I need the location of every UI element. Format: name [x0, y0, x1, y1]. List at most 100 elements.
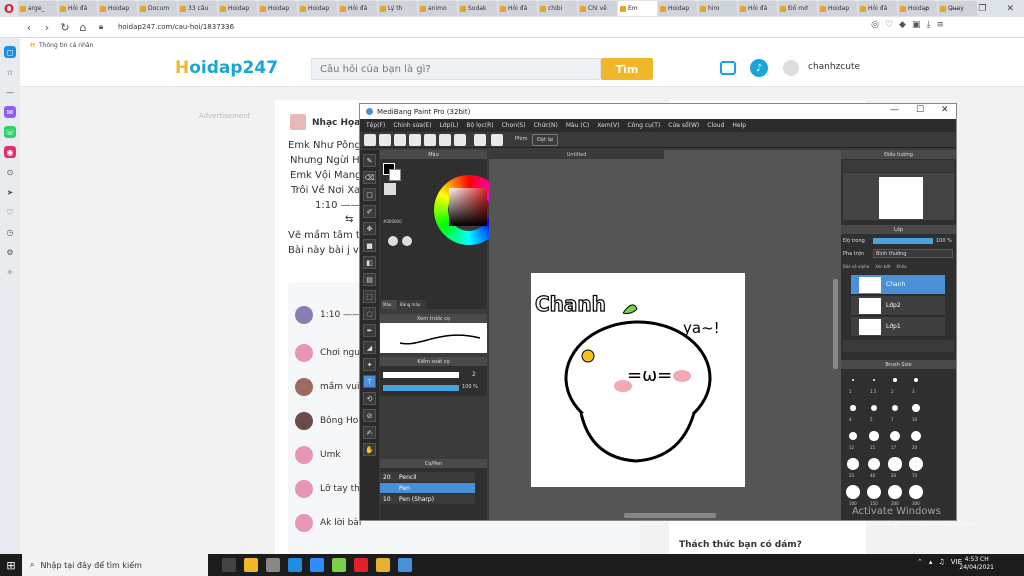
comment-avatar[interactable]	[295, 412, 313, 430]
divide-icon[interactable]: ⊘	[363, 409, 376, 422]
task-view-icon[interactable]	[222, 558, 236, 572]
chrome-icon[interactable]	[376, 558, 390, 572]
browser-tab[interactable]: Chỉ vẽ	[578, 1, 617, 16]
layer-row[interactable]: Chanh	[851, 275, 945, 295]
zoom-icon[interactable]	[310, 558, 324, 572]
close-icon[interactable]: ✕	[1006, 4, 1014, 14]
tool-icon[interactable]	[424, 134, 436, 146]
brush-list-item[interactable]: 20 Pencil	[380, 472, 475, 482]
maximize-icon[interactable]: ❐	[978, 4, 986, 14]
brush-size-slider[interactable]	[383, 372, 459, 378]
brush-size-option[interactable]	[850, 405, 856, 411]
browser-tab[interactable]: Hoidap	[218, 1, 257, 16]
browser-tab[interactable]: Hoidap	[818, 1, 857, 16]
clock-icon[interactable]: ◷	[4, 226, 16, 238]
file-explorer-icon[interactable]	[244, 558, 258, 572]
taskbar-search-input[interactable]: ⌕ Nhập tại đây để tìm kiếm	[22, 554, 208, 576]
chat-icon[interactable]	[720, 61, 736, 75]
paint-menu-item[interactable]: Chỉnh sửa(E)	[393, 122, 431, 129]
redo-icon[interactable]	[491, 134, 503, 146]
search-icon[interactable]: ⌕	[924, 4, 929, 14]
drawing-canvas[interactable]: Chanh ya~! =ω=	[531, 273, 745, 487]
tool-icon[interactable]	[409, 134, 421, 146]
comment-avatar[interactable]	[295, 306, 313, 324]
paint-minimize-icon[interactable]: —	[890, 105, 899, 115]
paint-maximize-icon[interactable]: ☐	[916, 105, 924, 115]
brush-size-option[interactable]	[867, 485, 881, 499]
browser-tab[interactable]: Em	[618, 1, 657, 16]
paint-menu-item[interactable]: Lớp(L)	[440, 122, 459, 129]
brush-size-option[interactable]	[912, 404, 920, 412]
fill-icon[interactable]: ■	[363, 239, 376, 252]
comment-avatar[interactable]	[295, 378, 313, 396]
history-icon[interactable]: ⊙	[4, 166, 16, 178]
hand-icon[interactable]: ✋	[363, 443, 376, 456]
snap-reset-button[interactable]: Đặt lại	[532, 134, 559, 146]
brush-size-option[interactable]	[888, 485, 902, 499]
extension-icon[interactable]: ◆	[899, 20, 906, 30]
layer-option-checkbox[interactable]: Khóa	[897, 264, 907, 269]
layer-option-checkbox[interactable]: Xén bớt	[875, 264, 890, 269]
wallet-icon[interactable]: ▣	[912, 20, 921, 30]
magic-wand-icon[interactable]: ✒	[363, 324, 376, 337]
heart-icon[interactable]: ♡	[4, 206, 16, 218]
volume-icon[interactable]: ♫	[938, 558, 944, 566]
medibang-taskbar-icon[interactable]	[398, 558, 412, 572]
gradient-icon[interactable]: ▤	[363, 273, 376, 286]
settings-icon[interactable]: ⚙	[4, 246, 16, 258]
layer-opacity-slider[interactable]	[873, 238, 933, 244]
paint-menu-item[interactable]: Tệp(F)	[366, 122, 385, 129]
color-saturation-square[interactable]	[449, 188, 487, 226]
color-subtab[interactable]: Màu	[381, 300, 397, 309]
paint-menu-item[interactable]: Xem(V)	[597, 122, 619, 129]
comment-avatar[interactable]	[295, 446, 313, 464]
browser-tab[interactable]: Hoidap	[298, 1, 337, 16]
paint-close-icon[interactable]: ✕	[941, 105, 949, 115]
new-file-icon[interactable]	[364, 134, 376, 146]
browser-tab[interactable]: Hỏi đá	[858, 1, 897, 16]
eyedropper-icon[interactable]	[388, 236, 398, 246]
username[interactable]: chanhzcute	[808, 62, 860, 72]
palette-subtab[interactable]: Bảng màu	[398, 300, 426, 309]
transparent-swatch[interactable]	[384, 183, 396, 195]
tool-icon[interactable]	[439, 134, 451, 146]
navigator-preview[interactable]	[843, 173, 954, 220]
bulb-icon[interactable]: ✧	[4, 266, 16, 278]
brush-size-option[interactable]	[909, 485, 923, 499]
chevron-up-icon[interactable]: ⌃	[917, 558, 923, 566]
brush-size-option[interactable]	[872, 378, 876, 382]
menu-icon[interactable]: ≡	[936, 20, 944, 30]
color-hex-value[interactable]: #000000	[383, 219, 402, 224]
browser-tab[interactable]: Hoidap	[98, 1, 137, 16]
canvas-vertical-scrollbar[interactable]	[833, 279, 838, 369]
pen-icon[interactable]: ✐	[363, 205, 376, 218]
paint-menu-item[interactable]: Chức(N)	[534, 122, 558, 129]
background-color-swatch[interactable]	[389, 169, 401, 181]
layer-row[interactable]: Lớp2	[851, 296, 945, 316]
layer-row[interactable]: Lớp1	[851, 317, 945, 337]
brush-size-option[interactable]	[891, 404, 899, 412]
browser-tab[interactable]: Lý th	[378, 1, 417, 16]
browser-tab[interactable]: chibi	[538, 1, 577, 16]
browser-tab[interactable]: Hỏi đá	[338, 1, 377, 16]
brush-size-option[interactable]	[871, 405, 877, 411]
instagram-icon[interactable]: ◉	[4, 146, 16, 158]
operation-icon[interactable]: ⟲	[363, 392, 376, 405]
browser-tab[interactable]: Hoidap	[258, 1, 297, 16]
network-icon[interactable]: ▴	[929, 558, 933, 566]
select-eraser-icon[interactable]: ✦	[363, 358, 376, 371]
blend-mode-select[interactable]: Bình thường	[873, 249, 953, 258]
avatar[interactable]	[783, 60, 799, 76]
eraser-icon[interactable]: ⌫	[363, 171, 376, 184]
brush-opacity-value[interactable]: 100 %	[462, 384, 478, 390]
reload-icon[interactable]: ↻	[56, 21, 74, 34]
bucket-icon[interactable]: ◧	[363, 256, 376, 269]
browser-tab[interactable]: Hoidap	[658, 1, 697, 16]
select-icon[interactable]: ⬚	[363, 290, 376, 303]
eyedropper-icon[interactable]: ✍	[363, 426, 376, 439]
paint-menu-item[interactable]: Bộ lọc(R)	[466, 122, 493, 129]
comment-avatar[interactable]	[295, 514, 313, 532]
speed-dial-icon[interactable]: ◻	[4, 46, 16, 58]
breadcrumb-label[interactable]: Thông tin cá nhân	[39, 42, 93, 49]
brush-size-option[interactable]	[867, 457, 881, 471]
